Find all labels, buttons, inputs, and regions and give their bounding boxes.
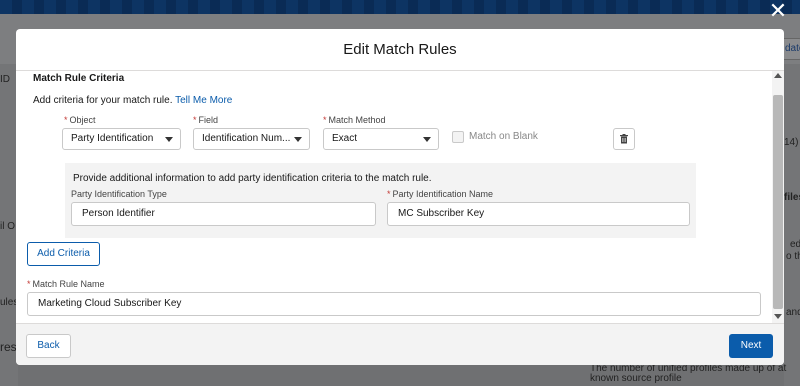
background-text: ed xyxy=(790,239,800,250)
match-method-select-value: Exact xyxy=(332,133,358,144)
required-indicator: * xyxy=(64,115,68,125)
required-indicator: * xyxy=(323,115,327,125)
info-text: Provide additional information to add pa… xyxy=(73,173,432,184)
party-identification-info-box: Provide additional information to add pa… xyxy=(65,163,696,238)
match-method-label-text: Match Method xyxy=(328,115,386,125)
required-indicator: * xyxy=(387,189,391,199)
object-label: * Object xyxy=(64,115,96,125)
match-rule-name-label-text: Match Rule Name xyxy=(32,279,105,289)
criteria-description: Add criteria for your match rule. Tell M… xyxy=(33,95,232,106)
chevron-down-icon xyxy=(294,137,302,142)
back-button[interactable]: Back xyxy=(26,334,71,358)
object-select-value: Party Identification xyxy=(71,133,154,144)
modal-footer: Back Next xyxy=(16,323,784,365)
scroll-thumb[interactable] xyxy=(773,95,783,309)
background-text: il O xyxy=(0,221,15,232)
description-text: Add criteria for your match rule. xyxy=(33,95,173,106)
edit-match-rules-modal: Edit Match Rules Match Rule Criteria Add… xyxy=(16,29,784,365)
chevron-down-icon xyxy=(423,137,431,142)
add-criteria-button[interactable]: Add Criteria xyxy=(27,242,100,266)
object-label-text: Object xyxy=(69,115,96,125)
field-label: * Field xyxy=(193,115,218,125)
trash-icon xyxy=(620,134,628,144)
party-id-type-label: Party Identification Type xyxy=(71,189,167,199)
match-on-blank-label: Match on Blank xyxy=(469,131,538,142)
scroll-down-icon[interactable] xyxy=(774,314,782,319)
field-select-value: Identification Num... xyxy=(202,133,291,144)
party-id-name-label-text: Party Identification Name xyxy=(392,189,494,199)
next-button[interactable]: Next xyxy=(729,334,773,358)
match-on-blank-checkbox[interactable] xyxy=(452,131,464,143)
background-text: files xyxy=(784,192,800,203)
object-select[interactable]: Party Identification xyxy=(62,128,181,150)
field-label-text: Field xyxy=(198,115,219,125)
required-indicator: * xyxy=(27,279,31,289)
background-header xyxy=(0,0,800,14)
chevron-down-icon xyxy=(165,137,173,142)
match-method-select[interactable]: Exact xyxy=(323,128,439,150)
match-rule-name-input[interactable]: Marketing Cloud Subscriber Key xyxy=(27,292,761,316)
background-text: ID xyxy=(0,74,10,85)
background-text: res xyxy=(0,340,17,354)
background-button-label: date xyxy=(785,43,800,54)
background-bottom-text: The number of unified profiles made up o… xyxy=(590,363,787,384)
background-text: 14) xyxy=(784,137,799,148)
background-right-panel: 14) files ed o th and xyxy=(784,64,800,386)
modal-scrollbar[interactable] xyxy=(772,71,784,323)
required-indicator: * xyxy=(193,115,197,125)
field-select[interactable]: Identification Num... xyxy=(193,128,310,150)
modal-body: Match Rule Criteria Add criteria for you… xyxy=(16,71,772,323)
scroll-up-icon[interactable] xyxy=(774,73,782,78)
party-id-type-input[interactable]: Person Identifier xyxy=(71,202,376,226)
delete-criteria-button[interactable] xyxy=(613,128,635,150)
party-id-name-label: * Party Identification Name xyxy=(387,189,493,199)
close-icon[interactable]: ✕ xyxy=(764,0,792,24)
match-rule-name-label: * Match Rule Name xyxy=(27,279,105,289)
modal-title: Edit Match Rules xyxy=(343,41,457,58)
section-title: Match Rule Criteria xyxy=(33,73,125,84)
match-method-label: * Match Method xyxy=(323,115,386,125)
background-text: o th xyxy=(786,251,800,262)
tell-me-more-link[interactable]: Tell Me More xyxy=(175,95,232,106)
modal-header: Edit Match Rules xyxy=(16,29,784,71)
party-id-name-input[interactable]: MC Subscriber Key xyxy=(387,202,690,226)
background-text: and xyxy=(786,307,800,318)
